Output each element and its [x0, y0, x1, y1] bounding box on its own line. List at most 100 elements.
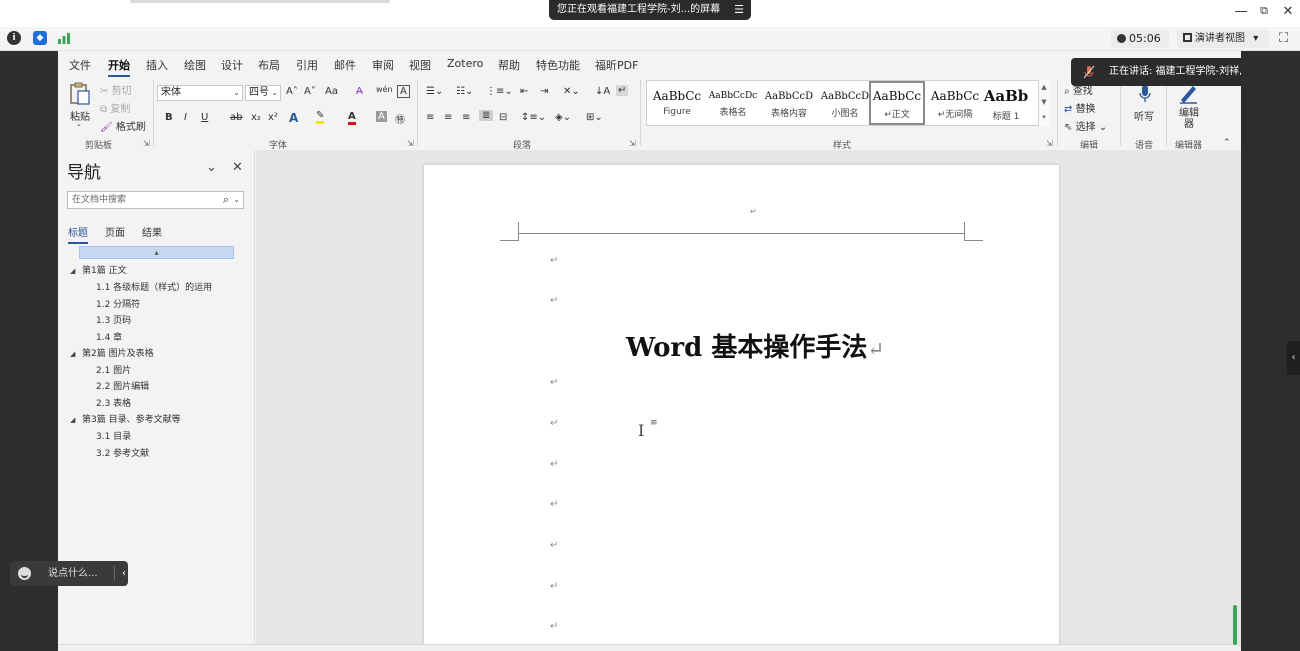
nav-heading-item[interactable]: 1.2 分隔符: [96, 297, 140, 310]
distributed-icon[interactable]: ⊟: [499, 112, 507, 123]
document-page[interactable]: ↵ ↵ ↵ Word 基本操作手法↵ ↵ ↵ I ≡ ↵ ↵ ↵ ↵ ↵: [424, 165, 1059, 650]
signal-icon[interactable]: [57, 32, 71, 44]
justify-icon[interactable]: ≣: [479, 110, 494, 121]
tab-help[interactable]: 帮助: [498, 57, 520, 73]
align-center-icon[interactable]: ≡: [444, 112, 452, 123]
tab-mailings[interactable]: 邮件: [334, 57, 356, 73]
superscript-button[interactable]: x²: [268, 112, 278, 123]
grow-font-button[interactable]: A˄: [286, 86, 298, 97]
text-effects-icon[interactable]: A: [289, 111, 298, 125]
align-right-icon[interactable]: ≡: [462, 112, 470, 123]
bullets-icon[interactable]: ☰⌄: [426, 86, 443, 97]
strikethrough-button[interactable]: ab: [230, 112, 242, 123]
tab-headings[interactable]: 标题: [68, 224, 88, 244]
shield-icon[interactable]: ◆: [33, 31, 47, 45]
clear-format-button[interactable]: A̶: [356, 86, 363, 97]
italic-button[interactable]: I: [184, 112, 187, 123]
collapse-ribbon-icon[interactable]: ⌃: [1223, 138, 1231, 148]
select-button[interactable]: ⇖ 选择 ⌄: [1064, 118, 1107, 133]
chevron-left-icon[interactable]: ‹: [122, 561, 126, 586]
nav-heading-item[interactable]: 1.3 页码: [96, 313, 131, 326]
close-icon[interactable]: ✕: [1278, 4, 1298, 19]
cut-button[interactable]: ✂ 剪切: [100, 82, 132, 97]
nav-heading-item[interactable]: 3.2 参考文献: [96, 446, 149, 459]
side-panel-toggle[interactable]: ‹: [1287, 341, 1300, 375]
numbering-icon[interactable]: ☷⌄: [456, 86, 473, 97]
paste-button[interactable]: 粘贴 ⌄: [68, 81, 94, 128]
nav-heading-item[interactable]: ◢ 第3篇 目录、参考文献等: [70, 412, 181, 425]
tab-draw[interactable]: 绘图: [184, 57, 206, 73]
font-size-select[interactable]: 四号 ⌄: [245, 85, 281, 101]
increase-indent-icon[interactable]: ⇥: [540, 86, 548, 97]
screen-share-tab[interactable]: [130, 0, 390, 3]
collapse-triangle-icon[interactable]: ◢: [70, 350, 82, 358]
minimize-icon[interactable]: —: [1231, 4, 1251, 19]
fullscreen-icon[interactable]: ⛶: [1279, 31, 1288, 46]
font-name-select[interactable]: 宋体 ⌄: [157, 85, 243, 101]
underline-button[interactable]: U: [201, 112, 208, 123]
style-heading-1[interactable]: AaBb 标题 1: [983, 83, 1029, 123]
change-case-button[interactable]: Aa: [325, 86, 338, 97]
tab-design[interactable]: 设计: [221, 57, 243, 73]
restore-icon[interactable]: ⧉: [1254, 4, 1274, 18]
show-marks-icon[interactable]: ↵: [616, 85, 629, 96]
phonetic-guide-button[interactable]: wén: [376, 85, 393, 94]
dialog-launcher-icon[interactable]: ⇲: [629, 139, 636, 148]
nav-heading-item[interactable]: 1.1 各级标题（样式）的运用: [96, 280, 212, 293]
highlight-color-button[interactable]: ✎: [316, 110, 325, 124]
borders-icon[interactable]: ⊞⌄: [586, 112, 603, 123]
style-table-caption[interactable]: AaBbCcDc 表格名: [705, 83, 761, 123]
tab-view[interactable]: 视图: [409, 57, 431, 73]
collapse-triangle-icon[interactable]: ◢: [70, 416, 82, 424]
char-shading-button[interactable]: A: [376, 111, 387, 122]
align-left-icon[interactable]: ≡: [426, 112, 434, 123]
styles-scroll[interactable]: ▲ ▼ ▾: [1038, 80, 1049, 126]
char-border-button[interactable]: A: [397, 85, 410, 98]
bold-button[interactable]: B: [165, 112, 173, 123]
style-normal[interactable]: AaBbCc ↵正文: [869, 81, 925, 125]
chinese-layout-icon[interactable]: ✕⌄: [563, 86, 580, 97]
nav-heading-item[interactable]: 2.2 图片编辑: [96, 379, 149, 392]
decrease-indent-icon[interactable]: ⇤: [520, 86, 528, 97]
subscript-button[interactable]: x₂: [251, 112, 261, 123]
format-painter-button[interactable]: 🖌 格式刷: [100, 118, 146, 133]
copy-button[interactable]: ⧉ 复制: [100, 100, 130, 115]
dialog-launcher-icon[interactable]: ⇲: [407, 139, 414, 148]
search-icon[interactable]: ⌕: [223, 192, 229, 208]
tab-references[interactable]: 引用: [296, 57, 318, 73]
tab-pages[interactable]: 页面: [105, 224, 125, 239]
line-spacing-icon[interactable]: ↕≡⌄: [521, 112, 546, 123]
nav-heading-item[interactable]: ◢ 第1篇 正文: [70, 263, 127, 276]
screen-share-banner[interactable]: 您正在观看福建工程学院-刘...的屏幕 ☰: [549, 0, 751, 20]
tab-file[interactable]: 文件: [69, 57, 91, 73]
editor-button[interactable]: 编辑器: [1171, 82, 1205, 132]
emoji-icon[interactable]: [18, 567, 31, 580]
info-icon[interactable]: i: [7, 31, 21, 45]
dialog-launcher-icon[interactable]: ⇲: [143, 139, 150, 148]
style-no-spacing[interactable]: AaBbCc ↵无间隔: [927, 83, 983, 123]
tab-review[interactable]: 审阅: [372, 57, 394, 73]
enclose-char-icon[interactable]: ㊕: [395, 111, 405, 126]
dictate-button[interactable]: 听写: [1130, 84, 1160, 130]
tab-insert[interactable]: 插入: [146, 57, 168, 73]
multilevel-list-icon[interactable]: ⋮≡⌄: [486, 86, 513, 97]
chevron-down-icon[interactable]: ⌄: [233, 192, 240, 208]
style-figure[interactable]: AaBbCc Figure: [649, 83, 705, 123]
tab-home[interactable]: 开始: [108, 57, 130, 77]
nav-heading-item[interactable]: 2.3 表格: [96, 396, 131, 409]
replace-button[interactable]: ⇄ 替换: [1064, 100, 1096, 115]
nav-search-input[interactable]: 在文档中搜索 ⌕ ⌄: [67, 191, 244, 209]
font-color-button[interactable]: A: [348, 111, 356, 125]
close-icon[interactable]: ✕: [232, 160, 243, 175]
collapse-triangle-icon[interactable]: ◢: [70, 267, 82, 275]
tab-layout[interactable]: 布局: [258, 57, 280, 73]
document-canvas[interactable]: ↵ ↵ ↵ Word 基本操作手法↵ ↵ ↵ I ≡ ↵ ↵ ↵ ↵ ↵: [256, 150, 1241, 650]
chat-input-pill[interactable]: 说点什么... ‹: [10, 561, 128, 586]
tab-zotero[interactable]: Zotero: [447, 57, 483, 70]
style-figure-caption[interactable]: AaBbCcD 小图名: [817, 83, 873, 123]
dialog-launcher-icon[interactable]: ⇲: [1046, 139, 1053, 148]
nav-heading-item[interactable]: 3.1 目录: [96, 429, 131, 442]
nav-heading-item[interactable]: 2.1 图片: [96, 363, 131, 376]
style-table-content[interactable]: AaBbCcD 表格内容: [761, 83, 817, 123]
tab-special[interactable]: 特色功能: [536, 57, 580, 73]
